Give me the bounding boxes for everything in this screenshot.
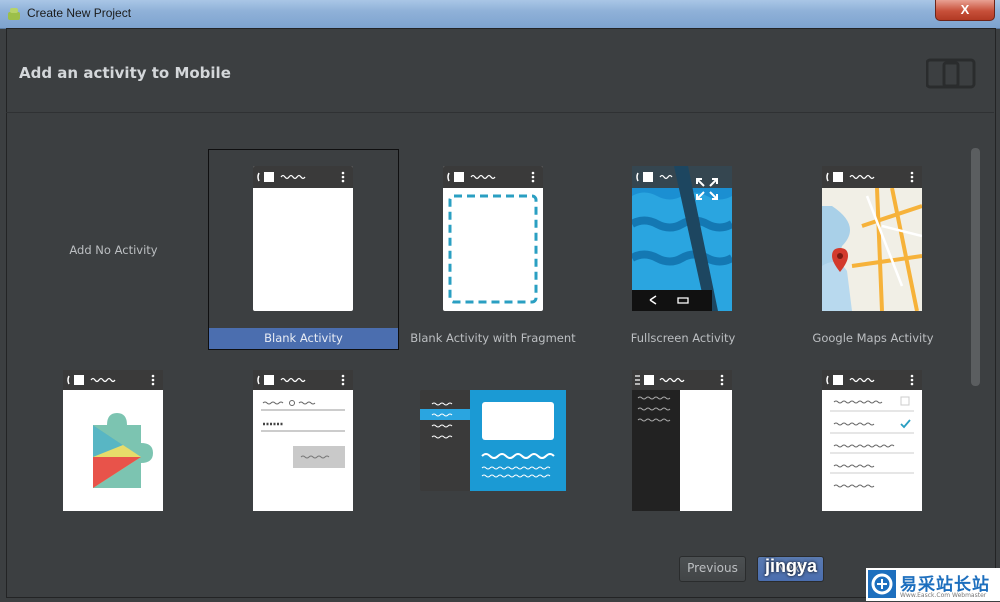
page-title: Add an activity to Mobile [19, 64, 231, 82]
tile-navigation-drawer[interactable] [632, 370, 732, 511]
header-divider [6, 112, 994, 113]
phone-actionbar [257, 171, 345, 183]
tile-login-activity[interactable] [253, 370, 353, 511]
blank-activity-preview [253, 166, 353, 311]
settings-preview [822, 370, 922, 511]
maps-label: Google Maps Activity [812, 331, 934, 345]
blank-activity-label: Blank Activity [209, 328, 398, 349]
tile-blank-activity-fragment[interactable]: Blank Activity with Fragment [405, 150, 581, 350]
watermark-text: jingya [765, 556, 818, 576]
tile-play-services[interactable] [63, 370, 163, 511]
tile-settings-activity[interactable] [822, 370, 922, 511]
blank-fragment-label: Blank Activity with Fragment [410, 331, 576, 345]
tile-master-detail-flow[interactable] [420, 390, 566, 491]
fragment-preview-art [447, 171, 538, 304]
master-detail-preview [420, 390, 566, 491]
fullscreen-label: Fullscreen Activity [630, 331, 736, 345]
window-close-button[interactable]: X [935, 0, 995, 21]
play-services-preview [63, 370, 163, 511]
tile-add-no-activity[interactable]: Add No Activity [36, 150, 196, 350]
previous-button[interactable]: Previous [679, 556, 746, 582]
site-logo-badge [868, 570, 896, 598]
window-title: Create New Project [27, 6, 132, 20]
site-logo: 易采站长站 Www.Easck.Com Webmaster [866, 568, 1000, 601]
login-preview [253, 370, 353, 511]
maps-preview [822, 166, 922, 311]
tile-google-maps-activity[interactable]: Google Maps Activity [793, 150, 953, 350]
android-app-icon [8, 8, 20, 20]
fragment-preview [443, 166, 543, 311]
nav-drawer-preview [632, 370, 732, 511]
window-titlebar: Create New Project X [0, 0, 1000, 29]
tile-fullscreen-activity[interactable]: Fullscreen Activity [603, 150, 763, 350]
fullscreen-preview [632, 166, 732, 311]
add-no-activity-label: Add No Activity [69, 243, 158, 257]
tile-blank-activity[interactable]: Blank Activity [208, 149, 399, 350]
form-factor-icon [926, 58, 976, 89]
gallery-scrollbar[interactable] [971, 148, 980, 386]
site-logo-url: Www.Easck.Com Webmaster [900, 592, 987, 599]
